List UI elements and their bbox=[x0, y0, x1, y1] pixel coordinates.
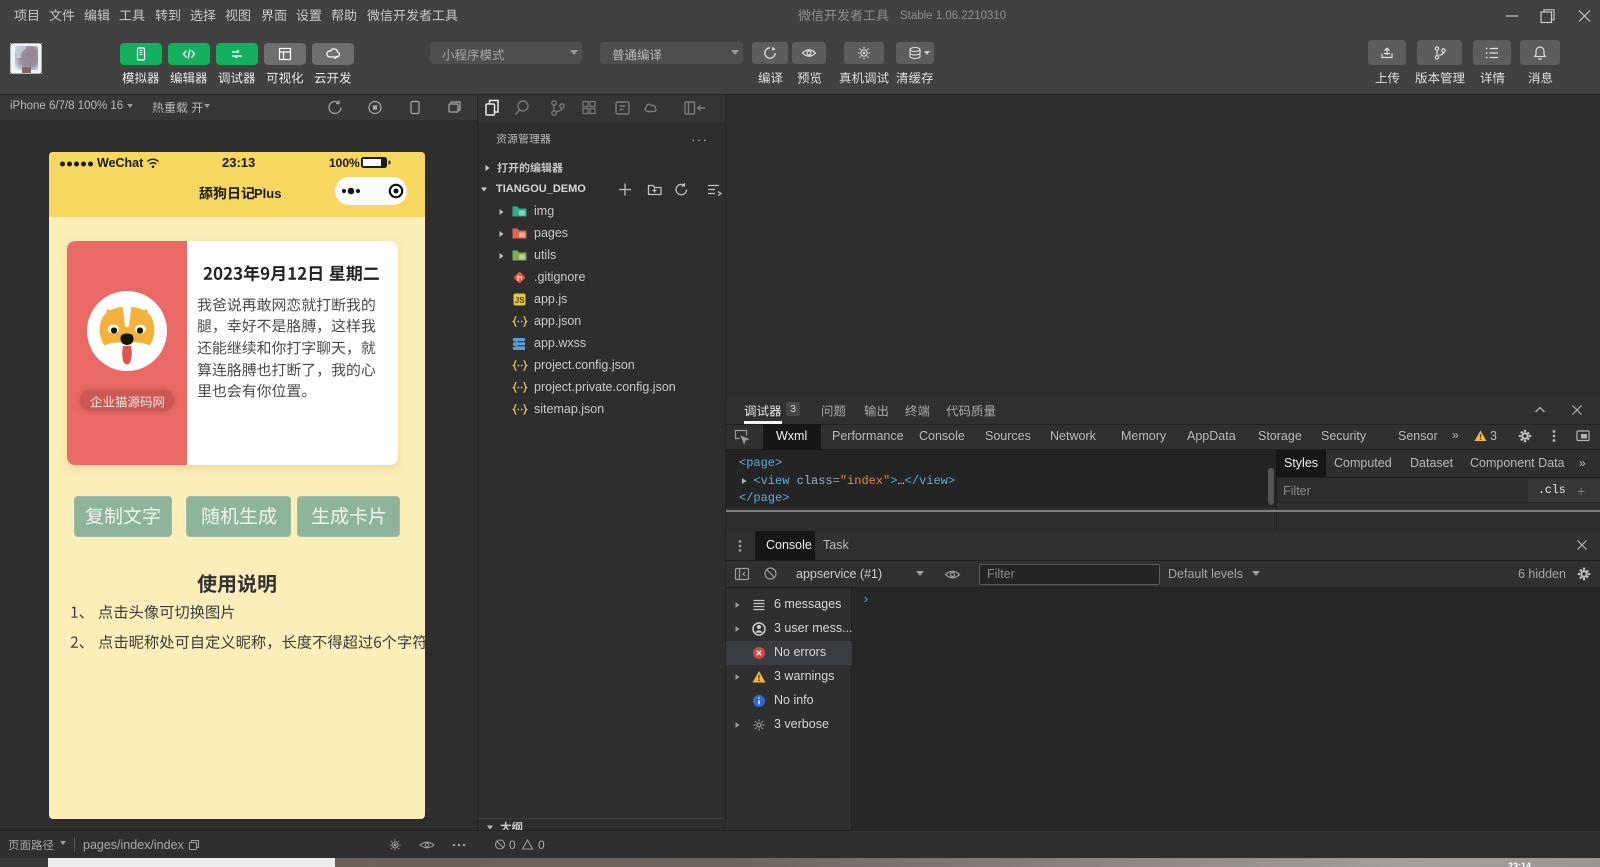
svg-text:JS: JS bbox=[515, 296, 525, 305]
